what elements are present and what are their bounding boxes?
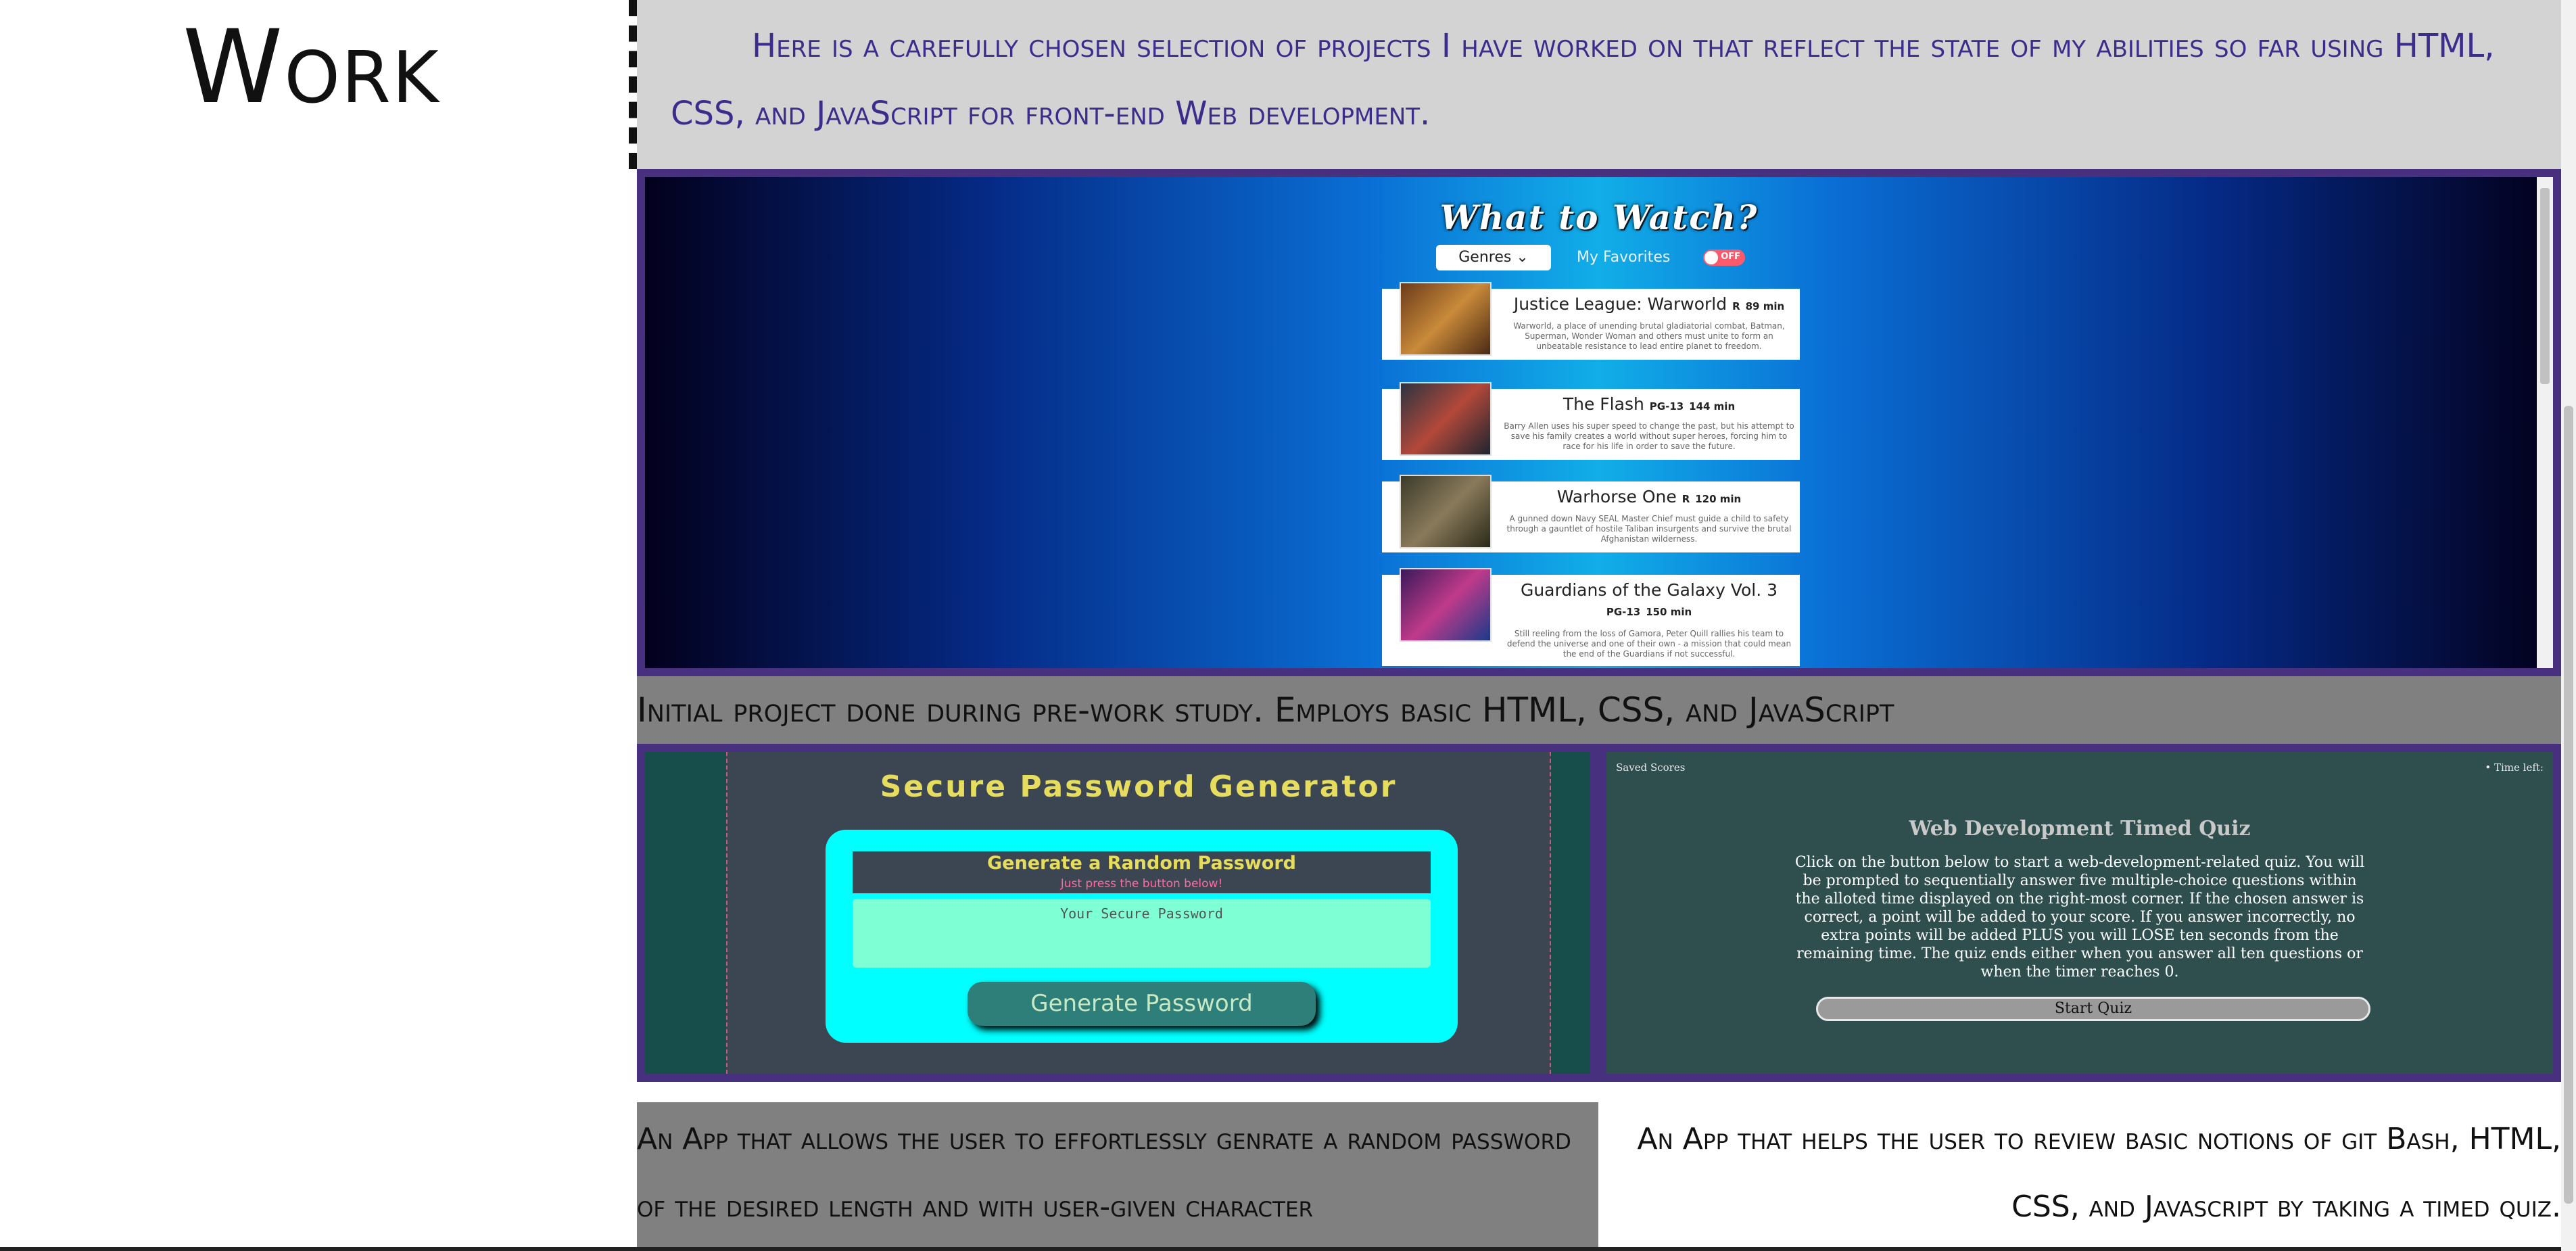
- movie-card[interactable]: Guardians of the Galaxy Vol. 3 PG-13 150 …: [1382, 568, 1800, 666]
- page-scrollbar-thumb[interactable]: [2564, 406, 2573, 1204]
- generate-password-button[interactable]: Generate Password: [968, 982, 1316, 1026]
- movie-poster-image: [1400, 382, 1492, 456]
- caption-password: An App that allows the user to effortles…: [637, 1102, 1598, 1251]
- movie-card[interactable]: The Flash PG-13 144 min Barry Allen uses…: [1382, 382, 1800, 460]
- movie-title: The Flash PG-13 144 min: [1563, 394, 1736, 414]
- project-frame-watch[interactable]: What to Watch? Genres ⌄ My Favorites OFF…: [637, 169, 2561, 676]
- intro-band: Here is a carefully chosen selection of …: [637, 0, 2561, 169]
- password-title: Secure Password Generator: [880, 770, 1398, 804]
- movie-title: Justice League: Warworld R 89 min: [1513, 294, 1785, 314]
- movie-poster-image: [1400, 568, 1492, 642]
- movie-title: Warhorse One R 120 min: [1556, 487, 1742, 506]
- toggle-knob: [1704, 251, 1718, 264]
- section-title: Work: [183, 9, 440, 126]
- password-card: Generate a Random Password Just press th…: [826, 830, 1458, 1043]
- favorites-toggle[interactable]: OFF: [1703, 250, 1745, 266]
- project-frame-quiz[interactable]: Saved Scores • Time left: Web Developmen…: [1598, 744, 2561, 1082]
- page-scrollbar[interactable]: [2561, 0, 2576, 1251]
- password-output[interactable]: Your Secure Password: [853, 899, 1431, 968]
- movie-description: Barry Allen uses his super speed to chan…: [1504, 421, 1794, 451]
- project-frame-password[interactable]: Secure Password Generator Generate a Ran…: [637, 744, 1598, 1082]
- watch-app-title: What to Watch?: [1439, 197, 1759, 237]
- caption-quiz: An App that helps the user to review bas…: [1598, 1102, 2561, 1251]
- movie-title: Guardians of the Galaxy Vol. 3 PG-13 150 …: [1520, 580, 1778, 618]
- movie-card[interactable]: Justice League: Warworld R 89 min Warwor…: [1382, 282, 1800, 360]
- quiz-screenshot[interactable]: Saved Scores • Time left: Web Developmen…: [1606, 752, 2553, 1074]
- dashed-divider: [629, 0, 637, 169]
- genres-dropdown[interactable]: Genres ⌄: [1436, 245, 1551, 270]
- time-left-label: • Time left:: [2485, 761, 2544, 774]
- movie-description: Warworld, a place of unending brutal gla…: [1513, 321, 1785, 351]
- movie-card[interactable]: Warhorse One R 120 min A gunned down Nav…: [1382, 475, 1800, 552]
- saved-scores-link[interactable]: Saved Scores: [1616, 761, 1685, 774]
- password-card-heading: Generate a Random Password: [987, 853, 1296, 874]
- movie-description: A gunned down Navy SEAL Master Chief mus…: [1506, 514, 1792, 544]
- quiz-title: Web Development Timed Quiz: [1909, 817, 2251, 841]
- watch-scrollbar-thumb[interactable]: [2540, 188, 2550, 384]
- bottom-rule: [0, 1247, 2561, 1251]
- favorites-label: My Favorites: [1577, 249, 1671, 266]
- quiz-description: Click on the button below to start a web…: [1794, 854, 2365, 981]
- caption-watch: Initial project done during pre-work stu…: [637, 676, 2561, 744]
- watch-screenshot[interactable]: What to Watch? Genres ⌄ My Favorites OFF…: [645, 177, 2553, 668]
- password-card-subtitle: Just press the button below!: [1060, 877, 1223, 891]
- movie-poster-image: [1400, 282, 1492, 356]
- movie-description: Still reeling from the loss of Gamora, P…: [1506, 629, 1792, 659]
- password-screenshot[interactable]: Secure Password Generator Generate a Ran…: [645, 752, 1590, 1074]
- toggle-text: OFF: [1721, 252, 1740, 262]
- intro-text: Here is a carefully chosen selection of …: [671, 27, 2495, 133]
- start-quiz-button[interactable]: Start Quiz: [1816, 997, 2370, 1021]
- password-page: Secure Password Generator Generate a Ran…: [726, 752, 1551, 1074]
- password-card-header: Generate a Random Password Just press th…: [853, 851, 1431, 893]
- movie-poster-image: [1400, 475, 1492, 548]
- watch-scrollbar[interactable]: [2537, 177, 2553, 668]
